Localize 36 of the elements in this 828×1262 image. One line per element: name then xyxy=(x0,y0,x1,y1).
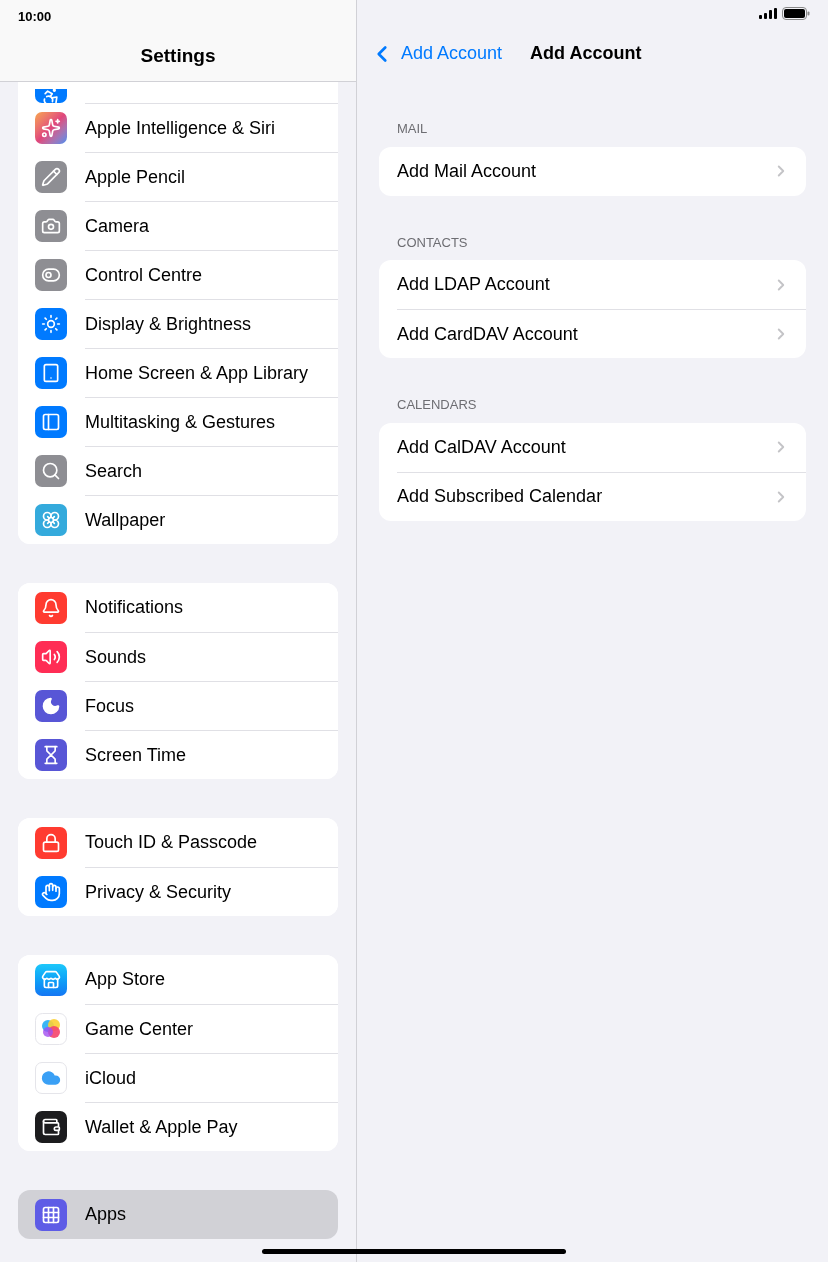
hourglass-icon xyxy=(35,738,67,771)
lock-icon xyxy=(35,826,67,859)
flower-icon xyxy=(35,503,67,536)
bell-icon xyxy=(35,591,67,624)
accessibility-icon xyxy=(35,89,67,103)
game-center-icon xyxy=(35,1012,67,1045)
signal-icon xyxy=(759,8,777,19)
account-option[interactable]: Add CardDAV Account xyxy=(379,309,806,358)
sparkle-icon xyxy=(35,111,67,144)
speaker-icon xyxy=(35,640,67,673)
hand-icon xyxy=(35,875,67,908)
section-header: CALENDARS xyxy=(396,396,478,414)
account-option[interactable]: Add Mail Account xyxy=(379,146,806,196)
status-time: 10:00 xyxy=(18,9,52,24)
account-option[interactable]: Add CalDAV Account xyxy=(379,422,806,472)
panels-icon xyxy=(35,405,67,438)
section-header: MAIL xyxy=(396,120,429,138)
pencil-icon xyxy=(35,160,67,193)
moon-icon xyxy=(35,689,67,722)
account-option[interactable]: Add LDAP Account xyxy=(379,260,806,309)
battery-icon xyxy=(782,7,810,20)
back-button[interactable]: Add Account xyxy=(369,40,503,67)
wallet-icon xyxy=(35,1110,67,1143)
app-store-icon xyxy=(35,963,67,996)
search-icon xyxy=(35,454,67,487)
cloud-icon xyxy=(35,1061,67,1094)
apps-grid-icon xyxy=(35,1198,67,1231)
section-header: CONTACTS xyxy=(396,233,469,252)
camera-icon xyxy=(35,209,67,242)
sun-icon xyxy=(35,307,67,340)
tablet-icon xyxy=(35,356,67,389)
toggles-icon xyxy=(35,258,67,291)
account-option[interactable]: Add Subscribed Calendar xyxy=(379,471,806,521)
settings-item[interactable]: Apps xyxy=(18,1190,338,1239)
sidebar-title: Settings xyxy=(140,44,216,68)
page-title: Add Account xyxy=(530,42,642,65)
